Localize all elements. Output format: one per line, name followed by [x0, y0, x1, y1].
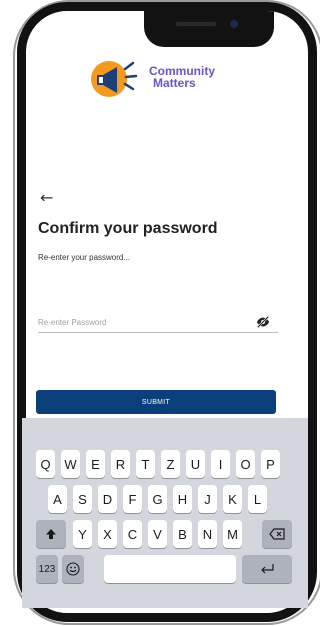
key-z[interactable]: Z — [161, 450, 180, 478]
key-v[interactable]: V — [148, 520, 167, 548]
logo-text: Community Matters — [149, 65, 215, 89]
key-n[interactable]: N — [198, 520, 217, 548]
key-p[interactable]: P — [261, 450, 280, 478]
submit-button[interactable]: SUBMIT — [36, 390, 276, 414]
key-c[interactable]: C — [123, 520, 142, 548]
key-b[interactable]: B — [173, 520, 192, 548]
key-k[interactable]: K — [223, 485, 242, 513]
key-u[interactable]: U — [186, 450, 205, 478]
keyboard: Q W E R T Z U I O P A S D F G H J K L Y … — [22, 418, 308, 608]
emoji-key[interactable] — [62, 555, 84, 583]
keyboard-row-4: 123 — [22, 555, 308, 583]
back-arrow-icon[interactable]: ← — [40, 190, 53, 206]
key-d[interactable]: D — [98, 485, 117, 513]
return-key[interactable] — [242, 555, 292, 583]
page-subtitle: Re-enter your password... — [38, 253, 131, 262]
backspace-icon — [269, 528, 285, 540]
backspace-key[interactable] — [262, 520, 292, 548]
key-t[interactable]: T — [136, 450, 155, 478]
key-x[interactable]: X — [98, 520, 117, 548]
key-h[interactable]: H — [173, 485, 192, 513]
key-s[interactable]: S — [73, 485, 92, 513]
password-field[interactable] — [38, 312, 278, 333]
key-r[interactable]: R — [111, 450, 130, 478]
key-f[interactable]: F — [123, 485, 142, 513]
password-input[interactable] — [38, 317, 256, 327]
emoji-icon — [66, 562, 80, 576]
key-g[interactable]: G — [148, 485, 167, 513]
key-i[interactable]: I — [211, 450, 230, 478]
return-arrow-icon — [261, 564, 274, 574]
front-camera — [230, 20, 238, 28]
keyboard-row-1: Q W E R T Z U I O P — [22, 450, 308, 478]
key-o[interactable]: O — [236, 450, 255, 478]
key-l[interactable]: L — [248, 485, 267, 513]
key-y[interactable]: Y — [73, 520, 92, 548]
page-title: Confirm your password — [38, 220, 218, 237]
key-m[interactable]: M — [223, 520, 242, 548]
eye-slash-icon[interactable] — [256, 315, 270, 329]
key-w[interactable]: W — [61, 450, 80, 478]
key-q[interactable]: Q — [36, 450, 55, 478]
megaphone-icon — [91, 61, 138, 97]
shift-arrow-icon — [46, 529, 56, 539]
phone-notch — [144, 11, 274, 47]
key-j[interactable]: J — [198, 485, 217, 513]
space-bar[interactable] — [104, 555, 236, 583]
keyboard-row-2: A S D F G H J K L — [22, 485, 308, 513]
numbers-key[interactable]: 123 — [36, 555, 58, 583]
keyboard-row-3: Y X C V B N M — [22, 520, 308, 548]
shift-key[interactable] — [36, 520, 66, 548]
key-e[interactable]: E — [86, 450, 105, 478]
key-a[interactable]: A — [48, 485, 67, 513]
logo-line-2: Matters — [153, 76, 196, 90]
speaker-grille — [176, 22, 216, 26]
app-logo: Community Matters — [87, 52, 215, 102]
